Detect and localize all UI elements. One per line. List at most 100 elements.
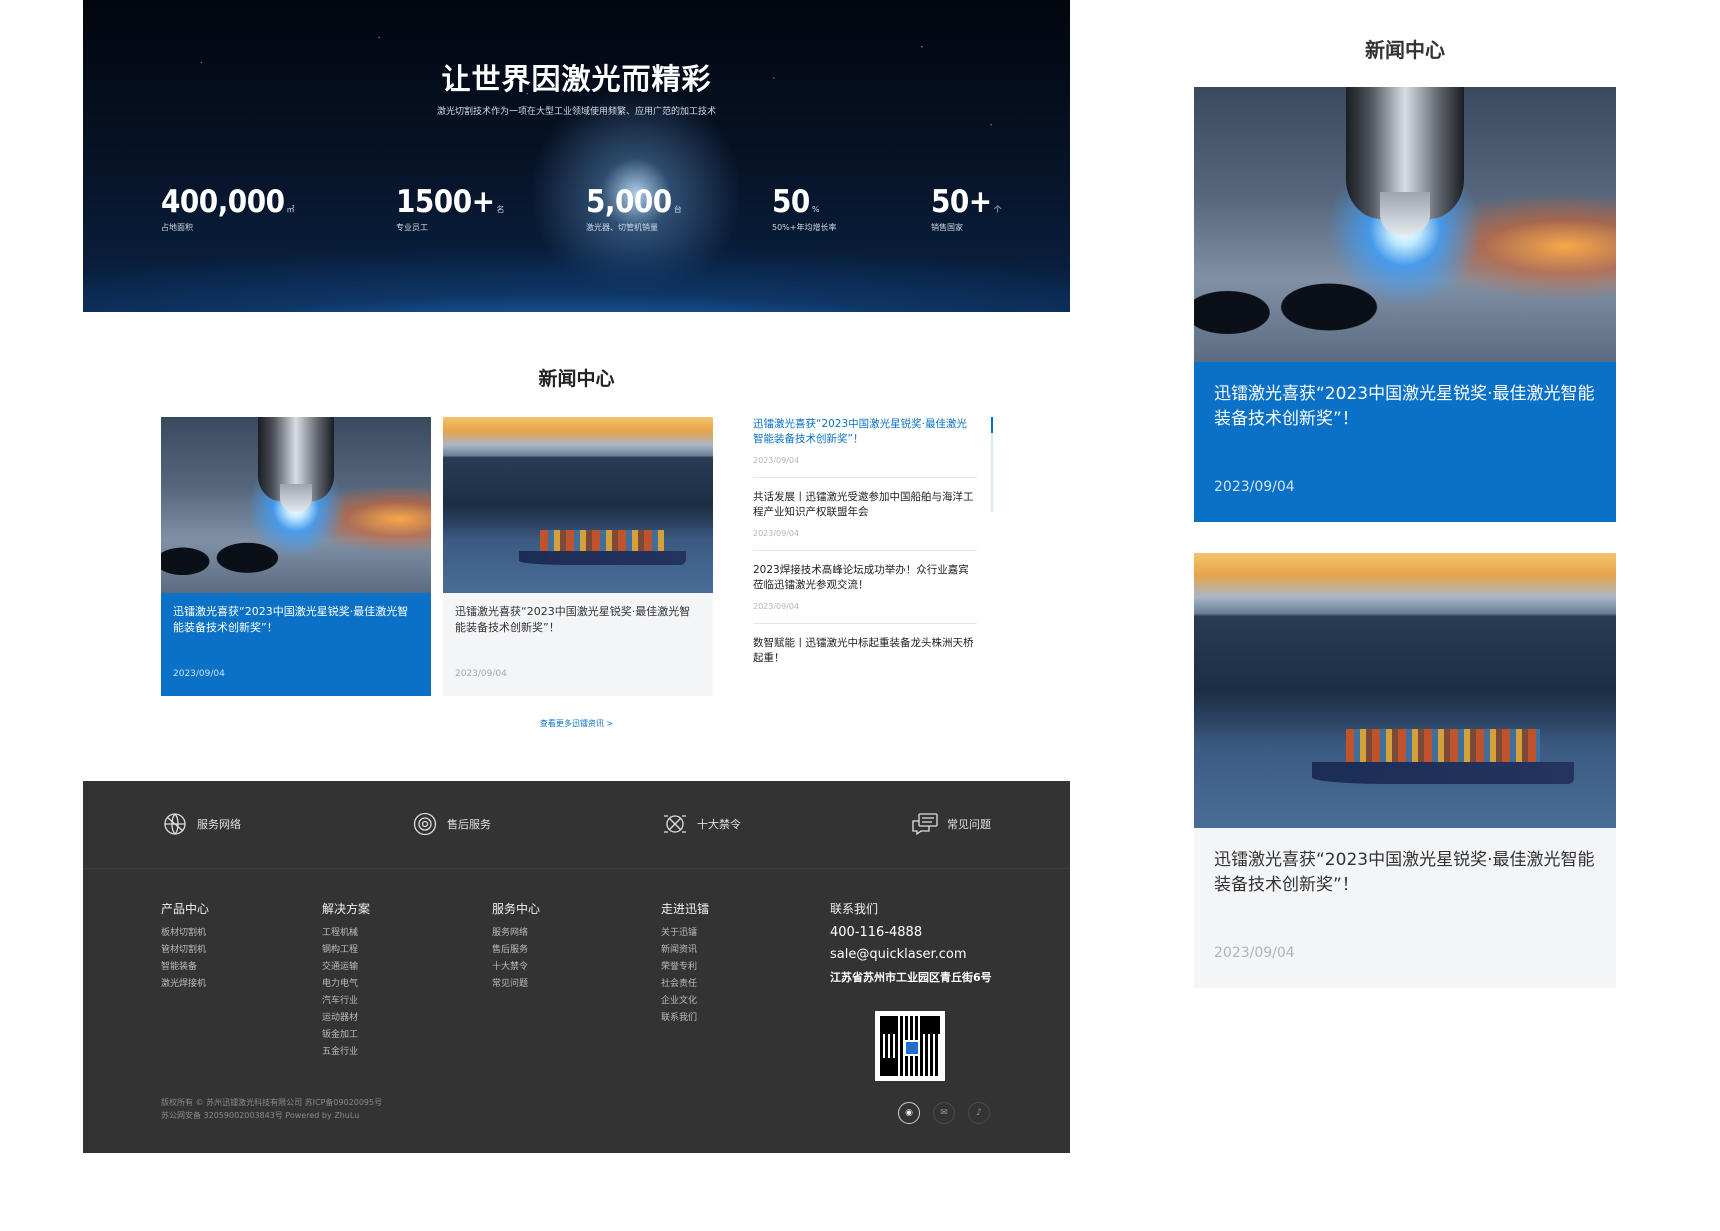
globe-icon: [161, 810, 189, 838]
cargo-ship-image: [443, 417, 713, 593]
footer-link[interactable]: 社会责任: [661, 976, 709, 993]
laser-cutting-image: [161, 417, 431, 593]
stat-sales: 5,000 台 激光器、切管机销量: [586, 184, 682, 233]
footer-link[interactable]: 企业文化: [661, 993, 709, 1010]
footer-col-contact: 联系我们 400-116-4888 sale@quicklaser.com 江苏…: [830, 900, 992, 985]
star-field: [83, 0, 1070, 312]
footer-link[interactable]: 钣金加工: [322, 1027, 370, 1044]
footer-link[interactable]: 售后服务: [492, 942, 540, 959]
news-list-title: 迅镭激光喜获“2023中国激光星锐奖·最佳激光智能装备技术创新奖”！: [753, 418, 967, 445]
more-news-link[interactable]: 查看更多迅镭资讯 >: [83, 718, 1070, 729]
hero-subtitle: 激光切割技术作为一项在大型工业领域使用频繁、应用广范的加工技术: [436, 107, 716, 117]
footer-link[interactable]: 管材切割机: [161, 942, 209, 959]
footer-link[interactable]: 工程机械: [322, 925, 370, 942]
footer-col-heading: 服务中心: [492, 902, 541, 916]
news-list-scroll-thumb[interactable]: [991, 417, 993, 433]
footer-col-solutions: 解决方案 工程机械 钢构工程 交通运输 电力电气 汽车行业 运动器材 钣金加工 …: [322, 900, 370, 1061]
stat-countries: 50+ 个 销售国家: [931, 184, 1002, 233]
cargo-ship-image: [1194, 553, 1616, 828]
contact-email[interactable]: sale@quicklaser.com: [830, 947, 992, 962]
footer-link[interactable]: 联系我们: [661, 1010, 709, 1027]
news-list-title: 数智赋能丨迅镭激光中标起重装备龙头株洲天桥起重！: [753, 637, 974, 664]
news-list-title: 共话发展丨迅镭激光受邀参加中国船舶与海洋工程产业知识产权联盟年会: [753, 491, 974, 518]
footer-link[interactable]: 智能装备: [161, 959, 209, 976]
contact-phone[interactable]: 400-116-4888: [830, 925, 992, 940]
footer-link[interactable]: 板材切割机: [161, 925, 209, 942]
footer-link[interactable]: 荣誉专利: [661, 959, 709, 976]
news-list-item[interactable]: 共话发展丨迅镭激光受邀参加中国船舶与海洋工程产业知识产权联盟年会 2023/09…: [753, 490, 977, 551]
footer-link[interactable]: 常见问题: [492, 976, 540, 993]
stat-label: 激光器、切管机销量: [586, 223, 658, 232]
news-list-date: 2023/09/04: [753, 602, 800, 611]
footer-link[interactable]: 钢构工程: [322, 942, 370, 959]
footer-link[interactable]: 五金行业: [322, 1044, 370, 1061]
tiktok-glyph: ♪: [976, 1108, 982, 1118]
tiktok-icon[interactable]: ♪: [968, 1102, 990, 1124]
news-list-item[interactable]: 数智赋能丨迅镭激光中标起重装备龙头株洲天桥起重！: [753, 636, 977, 678]
footer-link[interactable]: 运动器材: [322, 1010, 370, 1027]
stat-unit: 个: [993, 205, 1002, 214]
stat-label: 专业员工: [396, 223, 428, 232]
news-card-title: 迅镭激光喜获“2023中国激光星锐奖·最佳激光智能装备技术创新奖”！: [173, 605, 409, 634]
news-list-item[interactable]: 2023焊接技术高峰论坛成功举办！众行业嘉宾莅临迅镭激光参观交流！ 2023/0…: [753, 563, 977, 624]
footer-link[interactable]: 新闻资讯: [661, 942, 709, 959]
news-list-date: 2023/09/04: [753, 456, 800, 465]
news-list-title: 2023焊接技术高峰论坛成功举办！众行业嘉宾莅临迅镭激光参观交流！: [753, 564, 969, 591]
page-canvas: 让世界因激光而精彩 激光切割技术作为一项在大型工业领域使用频繁、应用广范的加工技…: [0, 0, 1720, 1231]
footer-col-service: 服务中心 服务网络 售后服务 十大禁令 常见问题: [492, 900, 540, 993]
copyright-line: 版权所有 © 苏州迅镭激光科技有限公司 苏ICP备09020095号: [161, 1098, 383, 1107]
footer-link[interactable]: 十大禁令: [492, 959, 540, 976]
footer-col-heading: 产品中心: [161, 902, 210, 916]
site-footer: 服务网络 售后服务 十大禁令 常见问题 产品中心 板材切割机 管材切割机 智能装…: [83, 781, 1070, 1153]
service-network-link[interactable]: 服务网络: [161, 810, 241, 838]
footer-col-heading: 解决方案: [322, 902, 371, 916]
mail-icon[interactable]: ✉: [933, 1102, 955, 1124]
footer-link[interactable]: 激光焊接机: [161, 976, 209, 993]
mobile-news-card-title: 迅镭激光喜获“2023中国激光星锐奖·最佳激光智能装备技术创新奖”！: [1214, 850, 1595, 895]
wechat-qr-code: [875, 1011, 945, 1081]
prohibitions-link[interactable]: 十大禁令: [661, 810, 741, 838]
footer-link[interactable]: 电力电气: [322, 976, 370, 993]
hero-title: 让世界因激光而精彩: [441, 62, 712, 96]
news-card-body: 迅镭激光喜获“2023中国激光星锐奖·最佳激光智能装备技术创新奖”！ 2023/…: [161, 593, 431, 696]
news-card-date: 2023/09/04: [173, 669, 225, 679]
stat-staff: 1500+ 名 专业员工: [396, 184, 505, 233]
news-card[interactable]: 迅镭激光喜获“2023中国激光星锐奖·最佳激光智能装备技术创新奖”！ 2023/…: [443, 417, 713, 696]
news-list-date: 2023/09/04: [753, 529, 800, 538]
stat-unit: 台: [673, 205, 682, 214]
service-label: 服务网络: [197, 818, 241, 831]
footer-link[interactable]: 服务网络: [492, 925, 540, 942]
mobile-news-title: 新闻中心: [1365, 38, 1445, 62]
mobile-news-card[interactable]: 迅镭激光喜获“2023中国激光星锐奖·最佳激光智能装备技术创新奖”！ 2023/…: [1194, 87, 1616, 522]
after-sales-link[interactable]: 售后服务: [411, 810, 491, 838]
footer-col-products: 产品中心 板材切割机 管材切割机 智能装备 激光焊接机: [161, 900, 209, 993]
news-card-title: 迅镭激光喜获“2023中国激光星锐奖·最佳激光智能装备技术创新奖”！: [455, 605, 691, 634]
mobile-news-card[interactable]: 迅镭激光喜获“2023中国激光星锐奖·最佳激光智能装备技术创新奖”！ 2023/…: [1194, 553, 1616, 988]
stat-unit: %: [811, 205, 820, 214]
mobile-news-card-title: 迅镭激光喜获“2023中国激光星锐奖·最佳激光智能装备技术创新奖”！: [1214, 384, 1595, 429]
contact-address: 江苏省苏州市工业园区青丘街6号: [830, 971, 992, 984]
service-label: 售后服务: [447, 818, 491, 831]
footer-link[interactable]: 交通运输: [322, 959, 370, 976]
mobile-news-card-body: 迅镭激光喜获“2023中国激光星锐奖·最佳激光智能装备技术创新奖”！ 2023/…: [1194, 362, 1616, 522]
stat-value: 1500+: [396, 184, 495, 220]
stat-growth: 50% 50%+年均增长率: [772, 184, 836, 233]
stat-unit: ㎡: [286, 205, 295, 214]
service-bar: 服务网络 售后服务 十大禁令 常见问题: [83, 781, 1070, 869]
news-card[interactable]: 迅镭激光喜获“2023中国激光星锐奖·最佳激光智能装备技术创新奖”！ 2023/…: [161, 417, 431, 696]
stat-label: 50%+年均增长率: [772, 223, 837, 232]
footer-col-heading: 走进迅镭: [661, 902, 710, 916]
footer-link[interactable]: 关于迅镭: [661, 925, 709, 942]
news-card-date: 2023/09/04: [455, 669, 507, 679]
faq-link[interactable]: 常见问题: [911, 810, 991, 838]
mobile-news-card-body: 迅镭激光喜获“2023中国激光星锐奖·最佳激光智能装备技术创新奖”！ 2023/…: [1194, 828, 1616, 988]
news-card-body: 迅镭激光喜获“2023中国激光星锐奖·最佳激光智能装备技术创新奖”！ 2023/…: [443, 593, 713, 696]
wechat-icon[interactable]: ◉: [898, 1102, 920, 1124]
mail-glyph: ✉: [940, 1108, 948, 1118]
footer-link[interactable]: 汽车行业: [322, 993, 370, 1010]
stat-value: 50+: [931, 184, 992, 220]
service-label: 常见问题: [947, 818, 991, 831]
stat-label: 占地面积: [161, 223, 193, 232]
news-list-item[interactable]: 迅镭激光喜获“2023中国激光星锐奖·最佳激光智能装备技术创新奖”！ 2023/…: [753, 417, 977, 478]
stat-value: 400,000: [161, 184, 285, 220]
